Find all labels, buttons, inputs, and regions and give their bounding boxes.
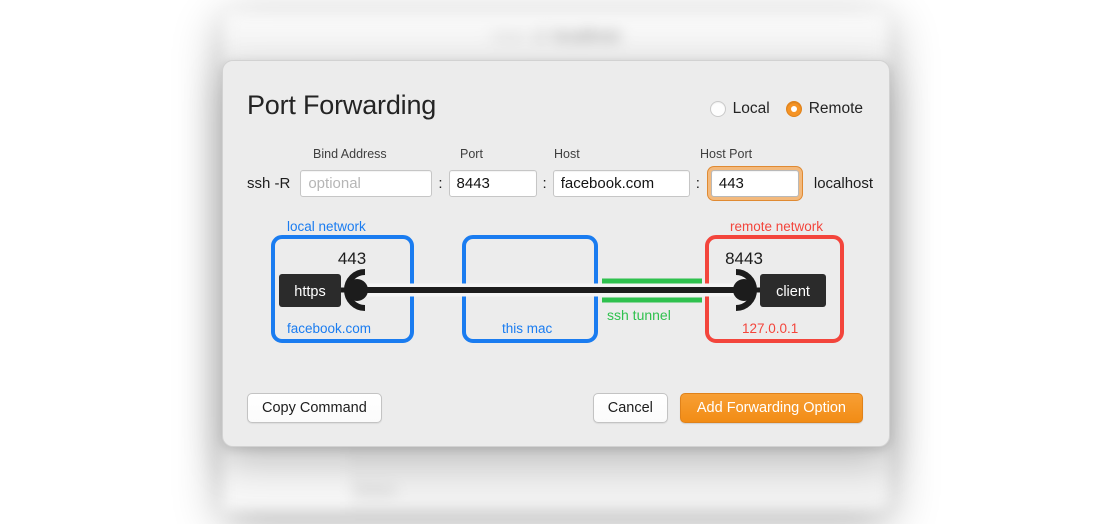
radio-local-label: Local [732, 100, 770, 117]
forwarding-mode-radio-group: Local Remote [709, 100, 863, 118]
background-title-at: @ [531, 28, 549, 45]
radio-option-local[interactable]: Local [709, 100, 770, 118]
remote-port-label: 8443 [725, 249, 763, 268]
command-line: ssh -R : : : localhost [247, 166, 874, 200]
background-title-user: User [491, 28, 528, 45]
remote-host-label: 127.0.0.1 [742, 321, 798, 336]
label-host-port: Host Port [700, 147, 753, 161]
screen: User @ localhost Notes Port Forwarding L… [0, 0, 1100, 524]
ssh-command-prefix: ssh -R [247, 174, 291, 192]
radio-option-remote[interactable]: Remote [785, 100, 863, 118]
radio-remote-label: Remote [808, 100, 863, 117]
footer-left: Copy Command [247, 393, 382, 423]
port-forwarding-diagram: local network facebook.com this mac remo… [247, 219, 867, 359]
background-title-host: localhost [553, 28, 621, 45]
local-network-label: local network [287, 219, 366, 234]
radio-local-icon[interactable] [709, 101, 726, 117]
this-mac-label: this mac [502, 321, 553, 336]
copy-command-button[interactable]: Copy Command [247, 393, 382, 423]
host-input[interactable] [552, 169, 690, 197]
separator-colon-1: : [438, 174, 443, 192]
local-port-label: 443 [338, 249, 366, 268]
host-port-focus-ring [707, 166, 802, 200]
radio-remote-icon[interactable] [785, 101, 802, 117]
page-title: Port Forwarding [247, 90, 437, 120]
local-socket-plug-icon [346, 279, 368, 301]
host-port-input[interactable] [710, 169, 799, 197]
port-input[interactable] [448, 169, 537, 197]
diagram-svg: local network facebook.com this mac remo… [271, 219, 844, 343]
remote-network-label: remote network [730, 219, 823, 234]
local-host-label: facebook.com [287, 321, 371, 336]
remote-service-label: client [776, 284, 810, 300]
background-notes-label: Notes [355, 482, 397, 499]
label-bind-address: Bind Address [313, 147, 387, 161]
cancel-button[interactable]: Cancel [592, 393, 668, 423]
label-host: Host [554, 147, 580, 161]
background-window-title: User @ localhost [222, 28, 890, 46]
label-port: Port [460, 147, 483, 161]
port-forwarding-dialog: Port Forwarding Local Remote Bind Addres… [222, 60, 890, 447]
bind-address-input[interactable] [300, 169, 433, 197]
tail-host-label: localhost [813, 174, 874, 192]
local-service-label: https [294, 284, 325, 300]
separator-colon-2: : [542, 174, 547, 192]
add-forwarding-option-button[interactable]: Add Forwarding Option [679, 393, 863, 423]
ssh-tunnel-label: ssh tunnel [607, 307, 671, 323]
separator-colon-3: : [695, 174, 700, 192]
command-builder-row: Bind Address Port Host Host Port ssh -R … [247, 147, 873, 200]
footer-right: Cancel Add Forwarding Option [592, 393, 863, 423]
